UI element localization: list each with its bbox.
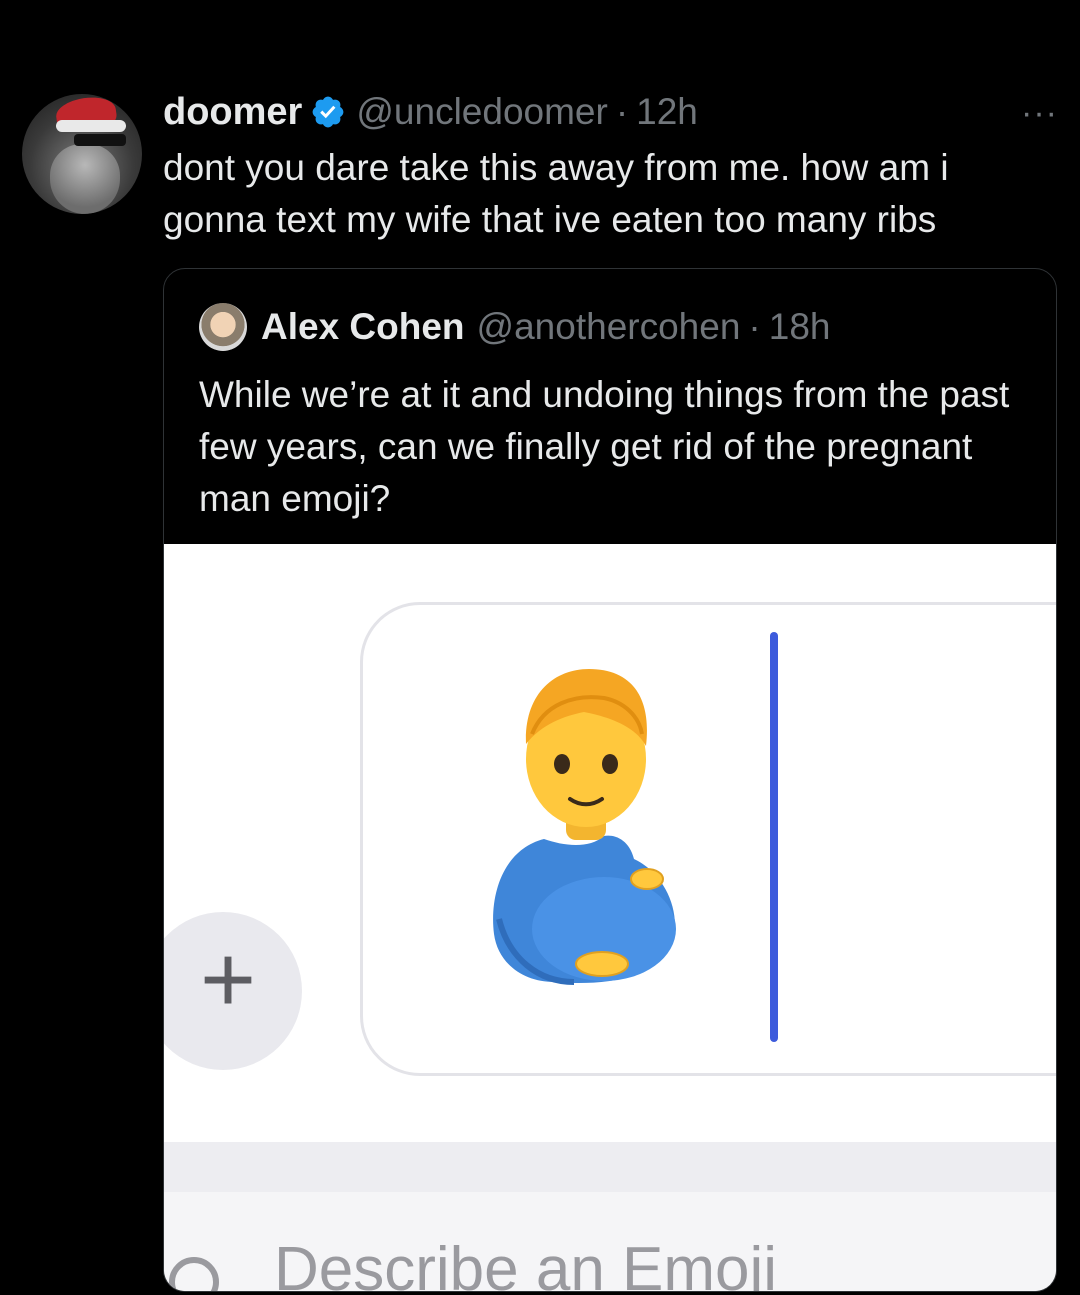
emoji-search-bar: Describe an Emoji: [164, 1192, 1056, 1292]
search-icon: [169, 1257, 219, 1291]
verified-badge-icon: [312, 96, 344, 128]
tweet-timestamp[interactable]: 12h: [636, 91, 698, 133]
quoted-author-display-name[interactable]: Alex Cohen: [261, 306, 465, 348]
author-handle[interactable]: @uncledoomer: [356, 91, 607, 133]
avatar-glasses: [74, 134, 126, 146]
pregnant-man-emoji-icon: [493, 669, 676, 985]
quoted-header-separator: ·: [748, 306, 761, 347]
quoted-author-handle[interactable]: @anothercohen: [477, 306, 741, 348]
add-button: +: [164, 912, 302, 1070]
tweet-text: dont you dare take this away from me. ho…: [163, 147, 949, 240]
more-options-icon[interactable]: ···: [1021, 94, 1058, 133]
quoted-tweet[interactable]: Alex Cohen @anothercohen · 18h While we’…: [163, 268, 1057, 1292]
header-separator: ·: [615, 91, 629, 132]
author-avatar[interactable]: [22, 94, 142, 214]
quoted-tweet-image[interactable]: + Describe an Emoji: [164, 544, 1056, 1292]
quoted-tweet-header: Alex Cohen @anothercohen · 18h: [199, 301, 1036, 353]
message-input-box: [360, 602, 1056, 1076]
search-placeholder: Describe an Emoji: [274, 1235, 778, 1292]
quoted-tweet-text: While we’re at it and undoing things fro…: [199, 374, 1010, 519]
quoted-author-avatar[interactable]: [199, 303, 247, 351]
tweet-header: doomer @uncledoomer · 12h: [163, 90, 1060, 134]
text-cursor: [770, 632, 778, 1042]
quoted-tweet-timestamp[interactable]: 18h: [769, 306, 831, 348]
avatar-hat-brim: [56, 120, 126, 132]
avatar-beard: [50, 144, 120, 214]
plus-icon: +: [200, 926, 257, 1033]
keyboard-divider: [164, 1142, 1056, 1192]
author-display-name[interactable]: doomer: [163, 91, 302, 134]
